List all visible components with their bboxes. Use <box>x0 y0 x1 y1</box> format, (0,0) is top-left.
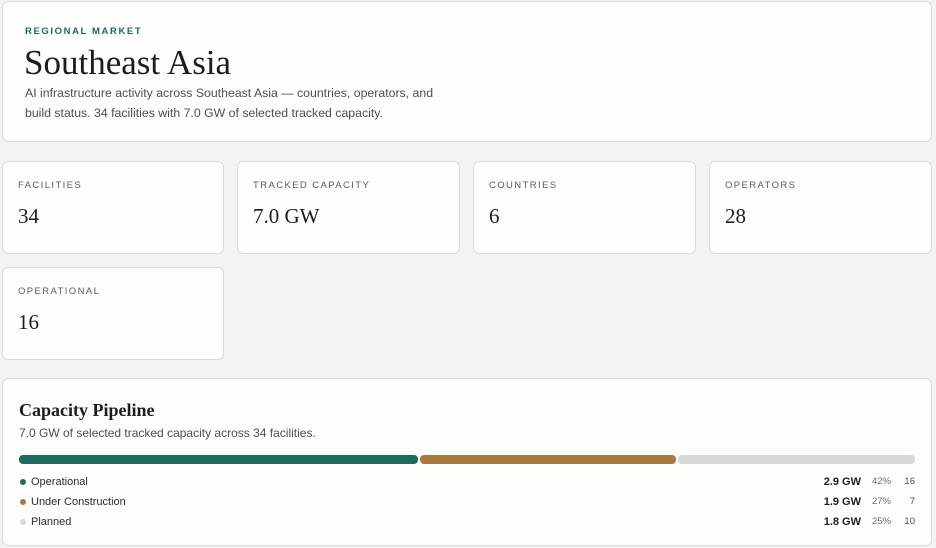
legend-count: 7 <box>909 496 915 507</box>
stat-card-tracked-capacity: TRACKED CAPACITY 7.0 GW <box>237 161 460 254</box>
page-title: Southeast Asia <box>24 43 232 82</box>
legend-row-planned: Planned 1.8 GW 25% 10 <box>19 515 915 529</box>
legend-row-under-construction: Under Construction 1.9 GW 27% 7 <box>19 495 915 509</box>
stat-card-countries: COUNTRIES 6 <box>473 161 696 254</box>
legend-count: 10 <box>904 516 915 527</box>
pipeline-title: Capacity Pipeline <box>19 400 155 420</box>
status-dot-icon <box>20 519 26 525</box>
legend-label: Planned <box>31 516 72 528</box>
stat-label: TRACKED CAPACITY <box>253 180 371 191</box>
legend-percent: 42% <box>871 476 891 487</box>
stat-value: 16 <box>18 310 39 334</box>
stat-value: 34 <box>18 204 39 228</box>
stat-value: 6 <box>489 204 500 228</box>
pipeline-segment-under-construction <box>420 455 676 464</box>
capacity-pipeline-card: Capacity Pipeline 7.0 GW of selected tra… <box>2 378 932 546</box>
legend-capacity: 2.9 GW <box>823 476 861 488</box>
region-header-card: REGIONAL MARKET Southeast Asia AI infras… <box>2 1 932 142</box>
legend-row-operational: Operational 2.9 GW 42% 16 <box>19 475 915 489</box>
status-dot-icon <box>20 499 26 505</box>
legend-percent: 25% <box>871 516 891 527</box>
region-eyebrow: REGIONAL MARKET <box>25 26 143 37</box>
page-description: AI infrastructure activity across Southe… <box>25 86 434 120</box>
pipeline-subtitle: 7.0 GW of selected tracked capacity acro… <box>19 426 316 440</box>
legend-label: Operational <box>31 476 88 488</box>
status-dot-icon <box>20 479 26 485</box>
stat-card-operational: OPERATIONAL 16 <box>2 267 224 360</box>
stat-label: OPERATORS <box>725 180 797 191</box>
pipeline-segment-planned <box>678 455 915 464</box>
legend-percent: 27% <box>871 496 891 507</box>
stat-value: 7.0 GW <box>253 204 320 228</box>
stat-label: COUNTRIES <box>489 180 558 191</box>
stat-label: OPERATIONAL <box>18 286 101 297</box>
pipeline-segment-operational <box>19 455 418 464</box>
stat-label: FACILITIES <box>18 180 83 191</box>
stat-value: 28 <box>725 204 746 228</box>
legend-label: Under Construction <box>31 496 126 508</box>
legend-capacity: 1.9 GW <box>823 496 861 508</box>
pipeline-progress-bar <box>19 455 915 464</box>
legend-capacity: 1.8 GW <box>823 516 861 528</box>
stat-card-facilities: FACILITIES 34 <box>2 161 224 254</box>
legend-count: 16 <box>904 476 915 487</box>
stat-card-operators: OPERATORS 28 <box>709 161 932 254</box>
